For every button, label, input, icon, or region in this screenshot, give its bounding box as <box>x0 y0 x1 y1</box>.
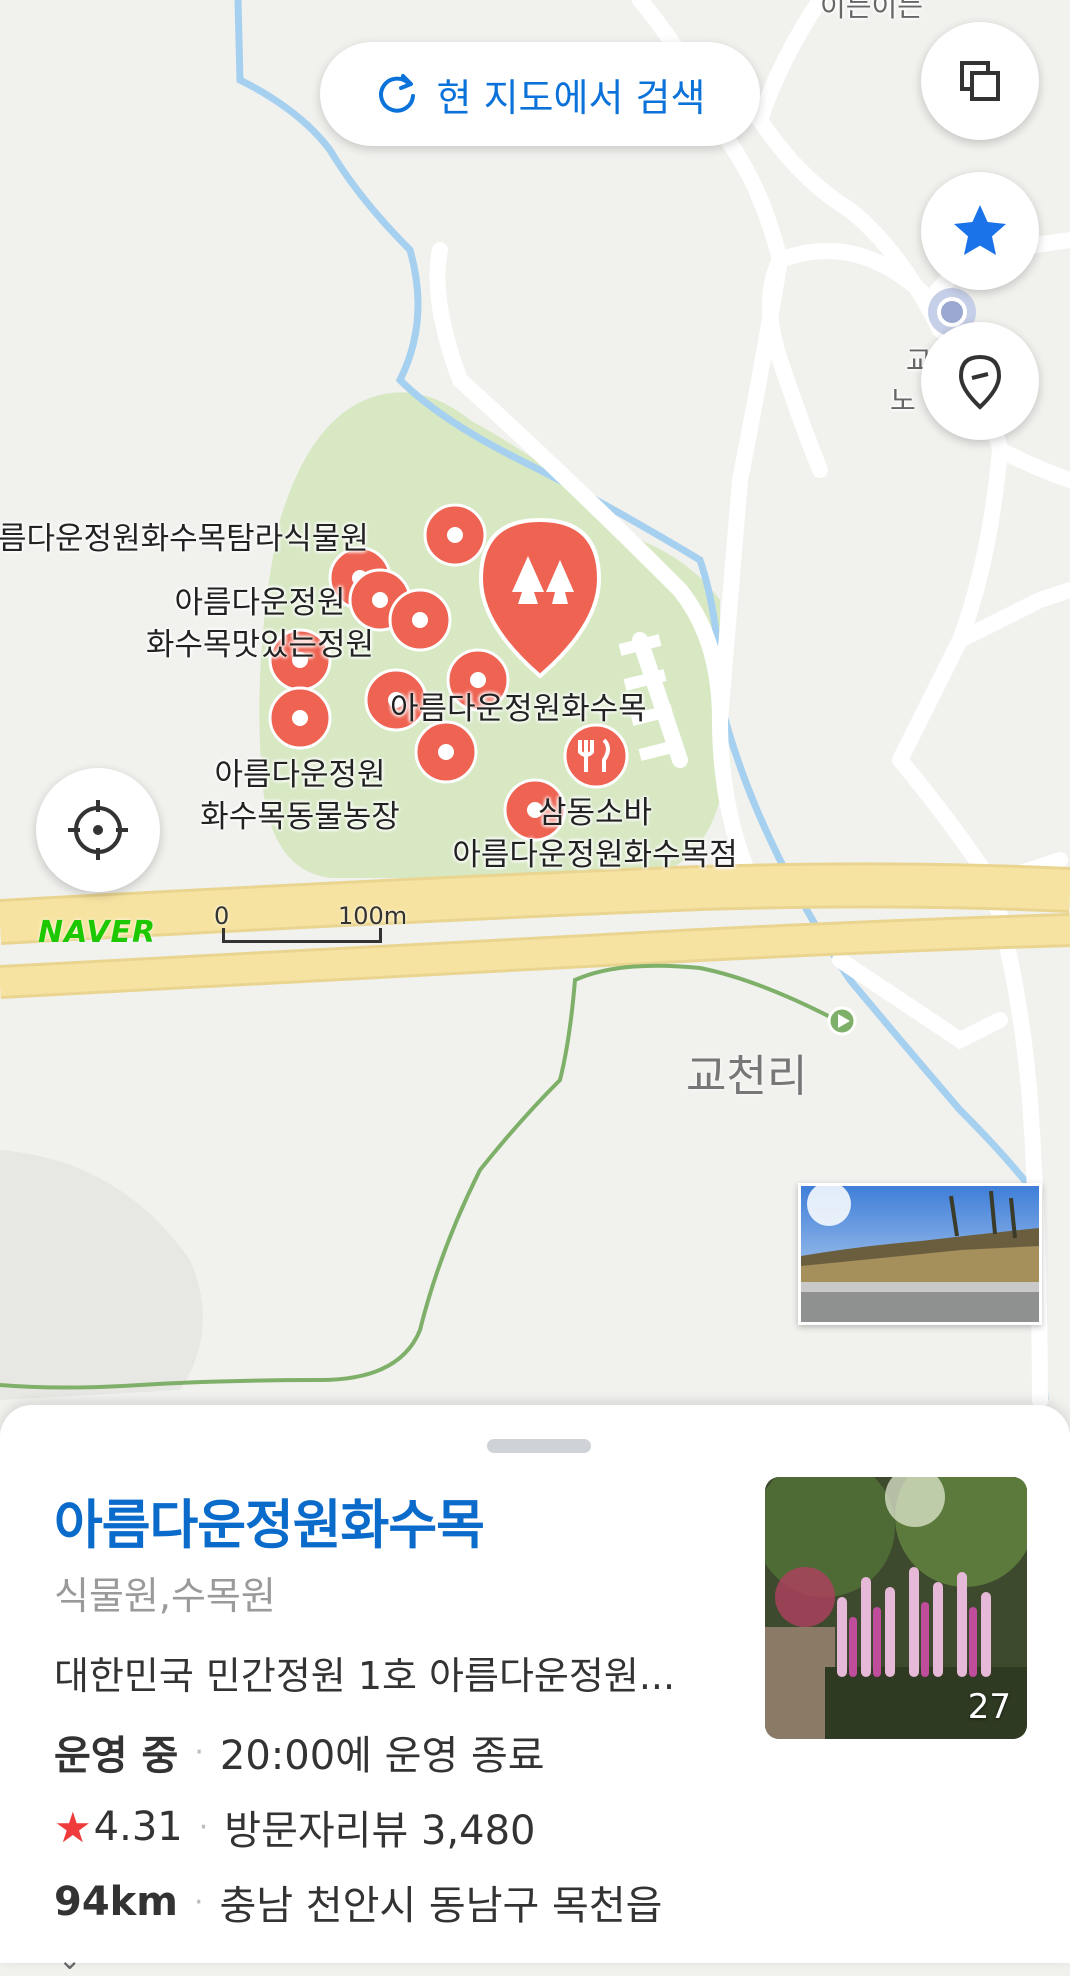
rating-star-icon: ★ <box>54 1803 92 1852</box>
location-dot <box>939 299 965 325</box>
chevron-down-icon[interactable]: ⌄ <box>58 1943 81 1976</box>
poi-label[interactable]: 아름다운정원 화수목동물농장 <box>170 754 430 838</box>
place-photo[interactable]: 27 <box>765 1477 1027 1739</box>
street-view-image <box>801 1186 1039 1322</box>
scale-start: 0 <box>214 902 229 930</box>
distance-value: 94km <box>54 1879 178 1925</box>
poi-label[interactable]: 삼동소바 아름다운정원화수목점 <box>420 792 770 876</box>
poi-label[interactable]: 아름다운정원 화수목맛있는정원 <box>120 582 400 666</box>
status-badge: 운영 중 <box>54 1723 178 1781</box>
favorites-button[interactable] <box>921 172 1039 290</box>
search-this-area-label: 현 지도에서 검색 <box>437 67 706 122</box>
hours-row[interactable]: 운영 중 · 20:00에 운영 종료 <box>54 1723 545 1781</box>
place-category: 식물원,수목원 <box>54 1565 276 1620</box>
scale-bar <box>222 928 382 943</box>
poi-label[interactable]: 름다운정원화수목탐라식물원 <box>0 518 369 560</box>
location-pin-icon <box>953 351 1007 411</box>
poi-marker[interactable] <box>425 505 485 565</box>
street-view-thumbnail[interactable] <box>798 1183 1042 1325</box>
sheet-drag-handle[interactable] <box>487 1439 591 1453</box>
separator-dot: · <box>199 1810 209 1845</box>
place-description: 대한민국 민간정원 1호 아름다운정원... <box>54 1645 726 1700</box>
village-label: 교천리 <box>686 1040 807 1104</box>
search-this-area-button[interactable]: 현 지도에서 검색 <box>320 42 760 146</box>
distance-row: 94km · 충남 천안시 동남구 목천읍 <box>54 1873 662 1931</box>
scale-end: 100m <box>338 902 407 930</box>
rating-value: 4.31 <box>94 1804 183 1850</box>
rating-row[interactable]: ★ 4.31 · 방문자리뷰 3,480 <box>54 1798 536 1856</box>
places-button[interactable] <box>921 322 1039 440</box>
address-text: 충남 천안시 동남구 목천읍 <box>220 1873 663 1931</box>
photo-count: 27 <box>968 1687 1011 1727</box>
star-icon <box>950 201 1010 261</box>
poi-marker[interactable] <box>270 688 330 748</box>
layers-icon <box>954 55 1006 107</box>
review-count: 방문자리뷰 3,480 <box>224 1798 535 1856</box>
area-label-partial: 노 <box>890 380 916 422</box>
place-name[interactable]: 아름다운정원화수목 <box>54 1483 484 1559</box>
separator-dot: · <box>194 1885 204 1920</box>
poi-label-selected[interactable]: 아름다운정원화수목 <box>390 688 647 730</box>
area-label-partial: 이든이든 <box>820 0 923 28</box>
hours-text: 20:00에 운영 종료 <box>220 1723 545 1781</box>
restaurant-marker[interactable] <box>565 725 627 787</box>
my-location-button[interactable] <box>36 768 160 892</box>
naver-logo: NAVER <box>38 915 156 950</box>
separator-dot: · <box>194 1735 204 1770</box>
layers-button[interactable] <box>921 22 1039 140</box>
place-info-sheet[interactable]: 아름다운정원화수목 식물원,수목원 대한민국 민간정원 1호 아름다운정원...… <box>0 1405 1070 1963</box>
refresh-icon <box>375 72 419 116</box>
crosshair-icon <box>66 798 130 862</box>
